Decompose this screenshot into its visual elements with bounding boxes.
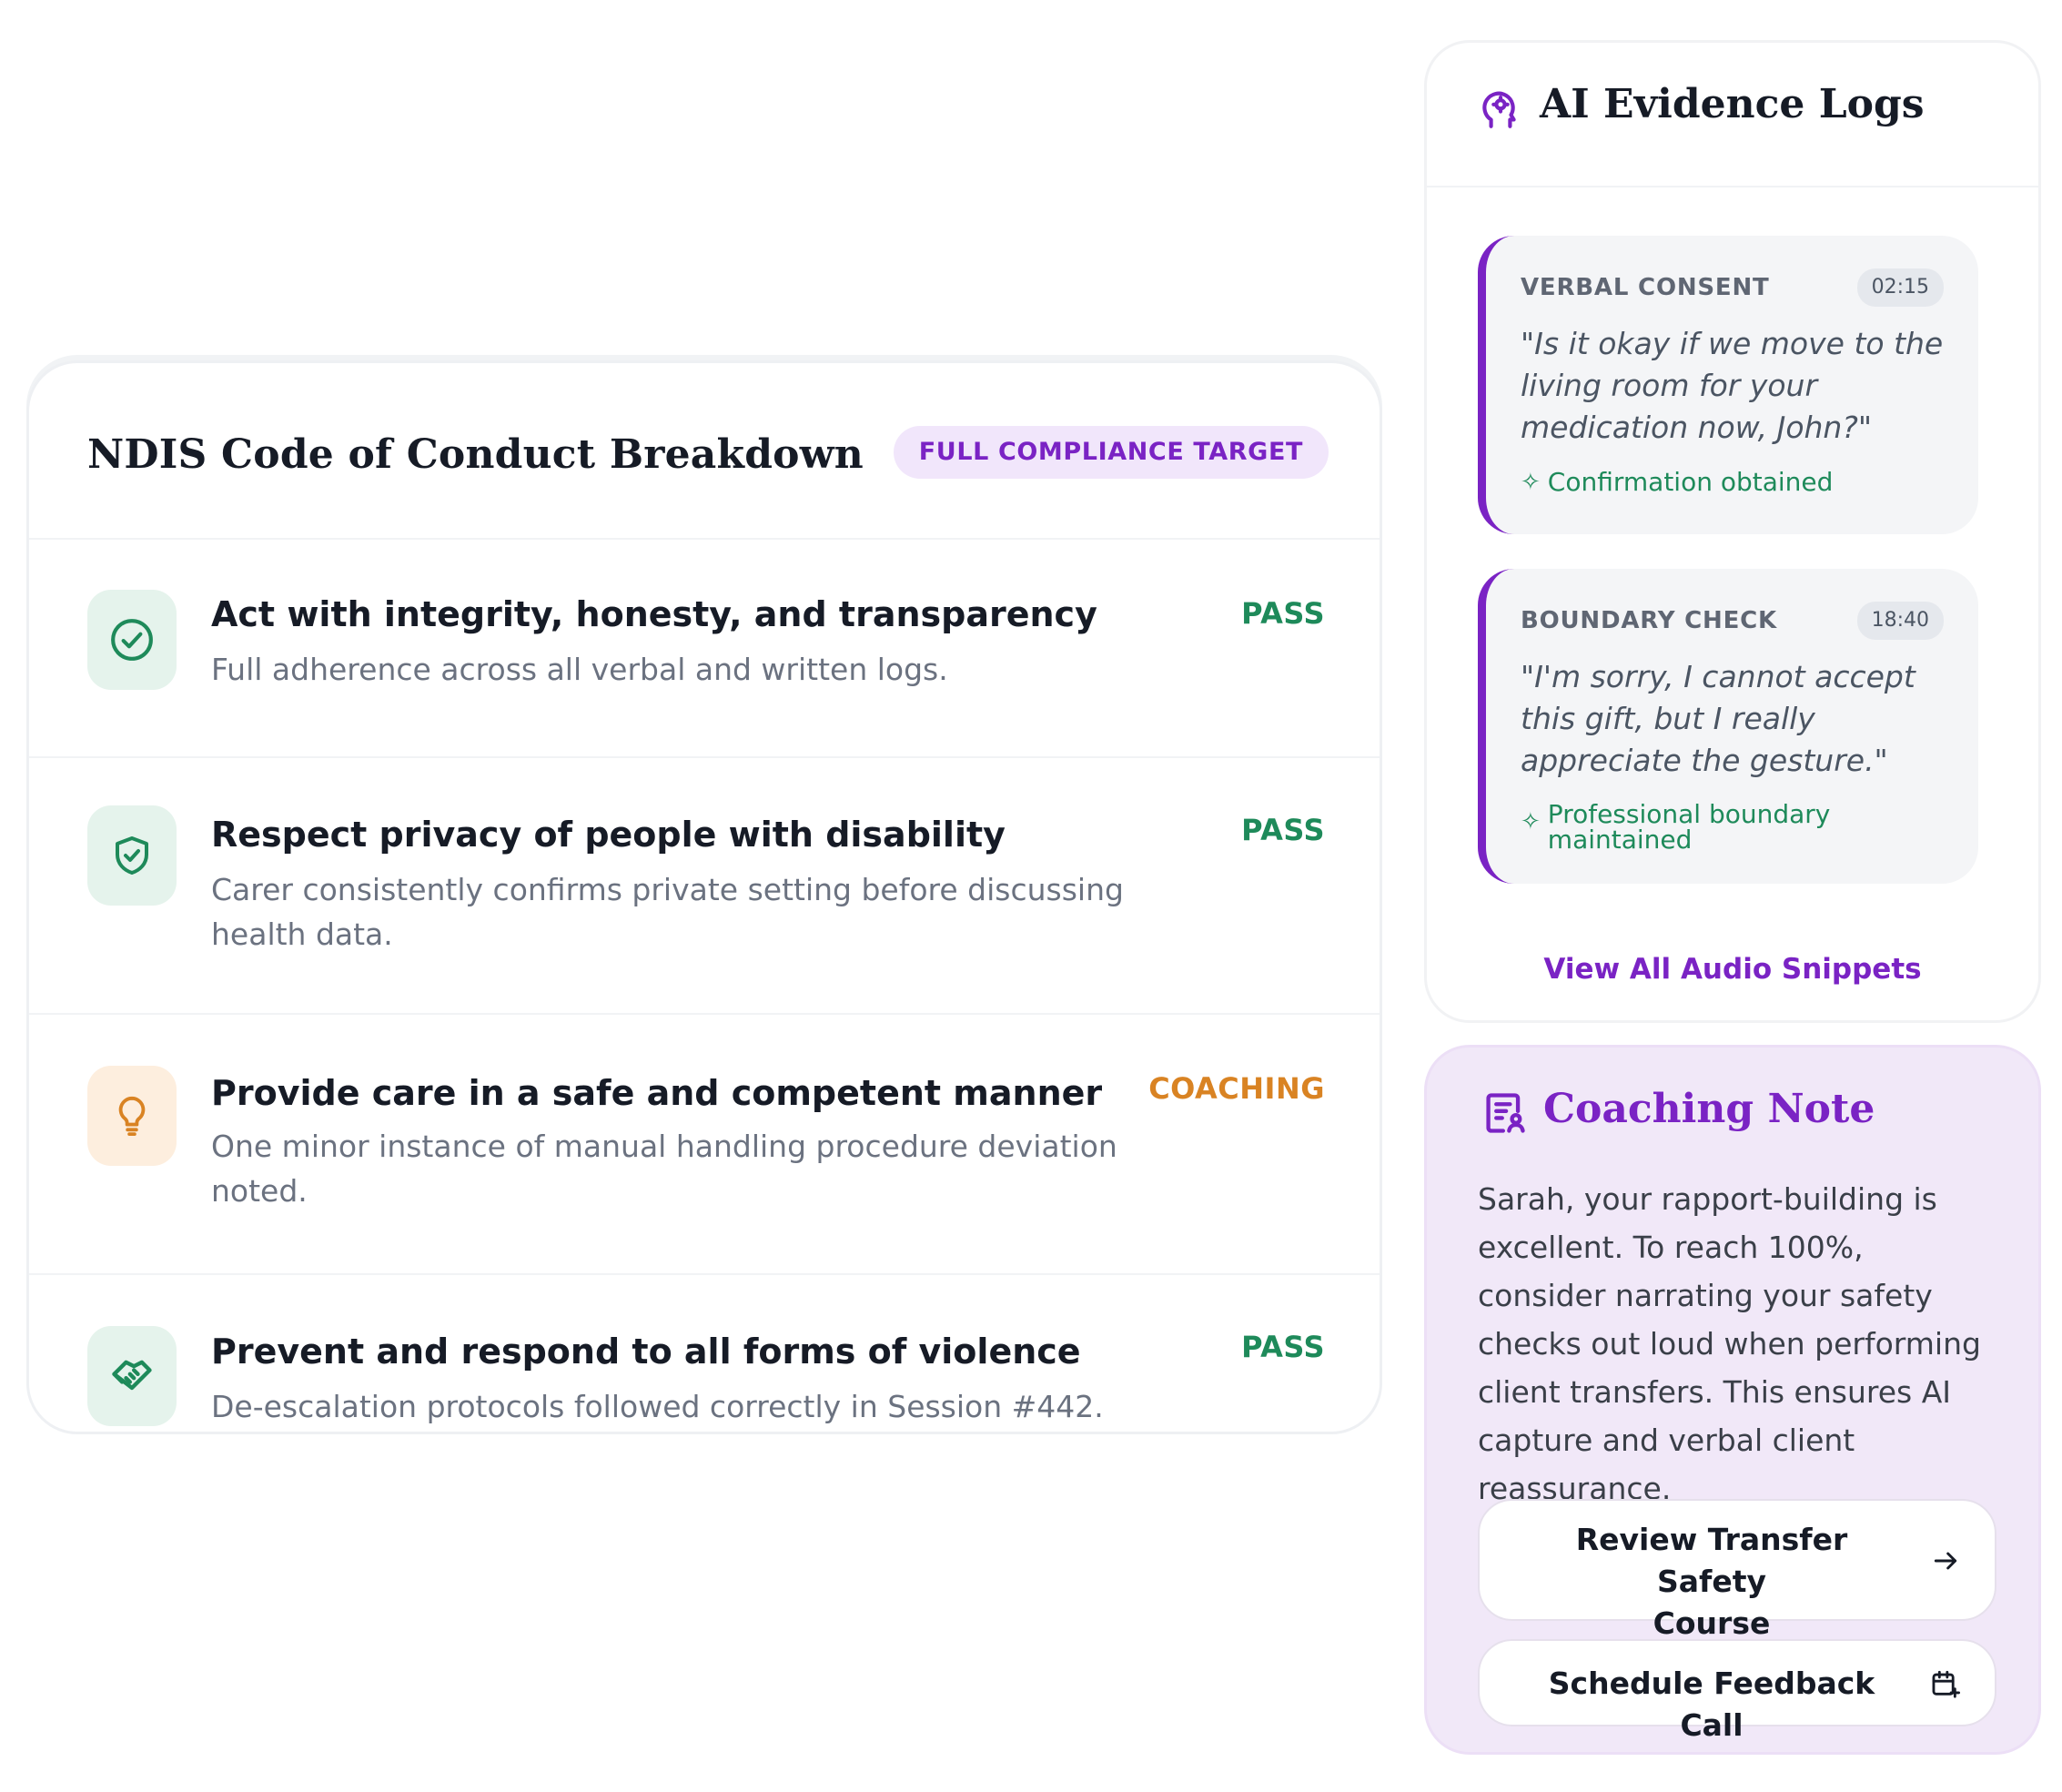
coaching-title: Coaching Note — [1543, 1086, 1875, 1132]
rule-description: Full adherence across all verbal and wri… — [211, 652, 948, 687]
rule-row[interactable]: Provide care in a safe and competent man… — [29, 1015, 1380, 1275]
check-circle-icon — [87, 590, 177, 690]
clipboard-person-icon — [1481, 1089, 1529, 1140]
evidence-log-item[interactable]: BOUNDARY CHECK 18:40 "I'm sorry, I canno… — [1478, 569, 1978, 884]
rule-description: De-escalation protocols followed correct… — [211, 1389, 1104, 1424]
rule-title: Act with integrity, honesty, and transpa… — [211, 594, 1097, 634]
review-course-button[interactable]: Review Transfer Safety Course — [1478, 1499, 1996, 1641]
log-timestamp: 02:15 — [1856, 268, 1944, 307]
log-quote: "Is it okay if we move to the living roo… — [1521, 326, 1944, 445]
log-result: ✧ Confirmation obtained — [1521, 467, 1834, 497]
rule-row[interactable]: Prevent and respond to all forms of viol… — [29, 1275, 1380, 1432]
arrow-right-icon — [1931, 1546, 1960, 1583]
status-pass: PASS — [1241, 813, 1325, 847]
ai-head-icon — [1478, 85, 1523, 137]
status-pass: PASS — [1241, 596, 1325, 631]
conduct-header: NDIS Code of Conduct Breakdown FULL COMP… — [29, 363, 1380, 540]
handshake-icon — [87, 1326, 177, 1426]
rule-description: Carer consistently confirms private sett… — [211, 872, 1124, 952]
status-pass: PASS — [1241, 1330, 1325, 1364]
calendar-plus-icon — [1929, 1668, 1960, 1706]
rule-row[interactable]: Act with integrity, honesty, and transpa… — [29, 540, 1380, 758]
evidence-logs-card: AI Evidence Logs VERBAL CONSENT 02:15 "I… — [1424, 40, 2041, 1023]
rule-row[interactable]: Respect privacy of people with disabilit… — [29, 758, 1380, 1015]
rule-title: Prevent and respond to all forms of viol… — [211, 1331, 1081, 1372]
sparkle-icon: ✧ — [1521, 808, 1541, 835]
conduct-title: NDIS Code of Conduct Breakdown — [87, 431, 864, 478]
evidence-log-item[interactable]: VERBAL CONSENT 02:15 "Is it okay if we m… — [1478, 236, 1978, 534]
lightbulb-icon — [87, 1066, 177, 1166]
sparkle-icon: ✧ — [1521, 469, 1541, 496]
log-result-text: Professional boundary maintained — [1547, 799, 1831, 855]
schedule-call-label: Schedule Feedback Call — [1548, 1665, 1875, 1743]
status-coaching: COACHING — [1148, 1071, 1325, 1106]
log-label: BOUNDARY CHECK — [1521, 607, 1778, 634]
coaching-note-card: Coaching Note Sarah, your rapport-buildi… — [1424, 1045, 2041, 1755]
log-quote: "I'm sorry, I cannot accept this gift, b… — [1521, 659, 1915, 778]
log-label: VERBAL CONSENT — [1521, 274, 1770, 301]
log-result-text: Confirmation obtained — [1547, 467, 1834, 497]
log-result: ✧ Professional boundary maintained — [1521, 802, 1830, 853]
review-course-label: Review Transfer Safety Course — [1575, 1522, 1848, 1641]
rule-title: Provide care in a safe and competent man… — [211, 1073, 1103, 1113]
coaching-text: Sarah, your rapport-building is excellen… — [1478, 1181, 1981, 1506]
evidence-title: AI Evidence Logs — [1540, 81, 1925, 127]
compliance-badge: FULL COMPLIANCE TARGET — [893, 426, 1329, 479]
shield-check-icon — [87, 805, 177, 906]
conduct-breakdown-card: NDIS Code of Conduct Breakdown FULL COMP… — [26, 360, 1382, 1434]
schedule-call-button[interactable]: Schedule Feedback Call — [1478, 1639, 1996, 1743]
view-all-audio-link[interactable]: View All Audio Snippets — [1427, 953, 2038, 986]
rule-description: One minor instance of manual handling pr… — [211, 1129, 1117, 1209]
rule-title: Respect privacy of people with disabilit… — [211, 815, 1006, 855]
log-timestamp: 18:40 — [1856, 602, 1944, 640]
evidence-header: AI Evidence Logs — [1427, 43, 2038, 187]
